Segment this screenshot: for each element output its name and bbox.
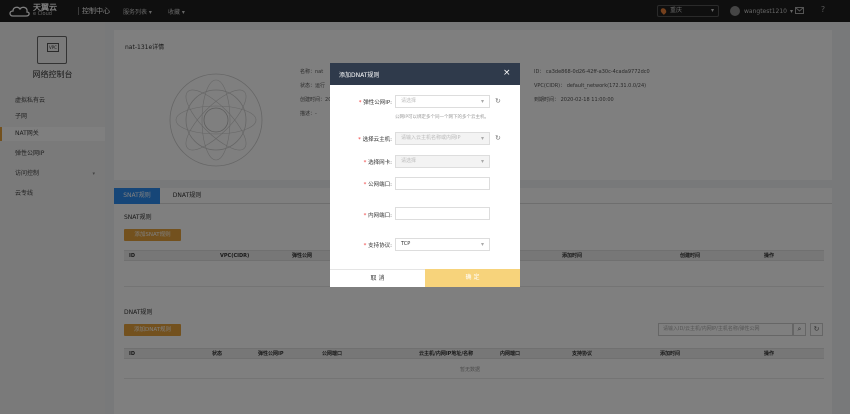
public-port-input[interactable] [395, 177, 490, 190]
protocol-select-value: TCP [401, 241, 411, 247]
private-port-label: * 内网端口: [363, 213, 392, 219]
eip-hint-text: 公网IP可以绑定多个同一个网下的多个云主机。 [395, 115, 490, 120]
vm-select[interactable]: 请输入云主机名称或内网IP ▾ [395, 132, 490, 145]
nic-select-placeholder: 请选择 [401, 158, 417, 164]
close-icon[interactable]: × [503, 67, 511, 79]
add-dnat-dialog: 添加DNAT规则 × * 弹性公网IP: 请选择 ▾ ↻ 公网IP可以绑定多个同… [330, 63, 520, 287]
chevron-down-icon: ▾ [480, 241, 484, 248]
chevron-down-icon: ▾ [480, 158, 484, 165]
private-port-input[interactable] [395, 207, 490, 220]
chevron-down-icon: ▾ [480, 135, 484, 142]
vm-field-label: * 选择云主机: [358, 137, 392, 143]
nic-select[interactable]: 请选择 ▾ [395, 155, 490, 168]
refresh-icon[interactable]: ↻ [495, 134, 501, 142]
dialog-header: 添加DNAT规则 × [330, 63, 520, 85]
refresh-icon[interactable]: ↻ [495, 97, 501, 105]
eip-select-placeholder: 请选择 [401, 98, 417, 104]
protocol-field-label: * 支持协议: [363, 243, 392, 249]
cancel-button[interactable]: 取 消 [330, 269, 425, 287]
public-port-label: * 公网端口: [363, 182, 392, 188]
protocol-select[interactable]: TCP ▾ [395, 238, 490, 251]
dialog-title: 添加DNAT规则 [339, 72, 380, 79]
vm-select-placeholder: 请输入云主机名称或内网IP [401, 135, 461, 141]
eip-field-label: * 弹性公网IP: [358, 100, 392, 106]
confirm-button[interactable]: 确 定 [425, 269, 520, 287]
chevron-down-icon: ▾ [480, 98, 484, 105]
eip-select[interactable]: 请选择 ▾ [395, 95, 490, 108]
nic-field-label: * 选择网卡: [363, 160, 392, 166]
